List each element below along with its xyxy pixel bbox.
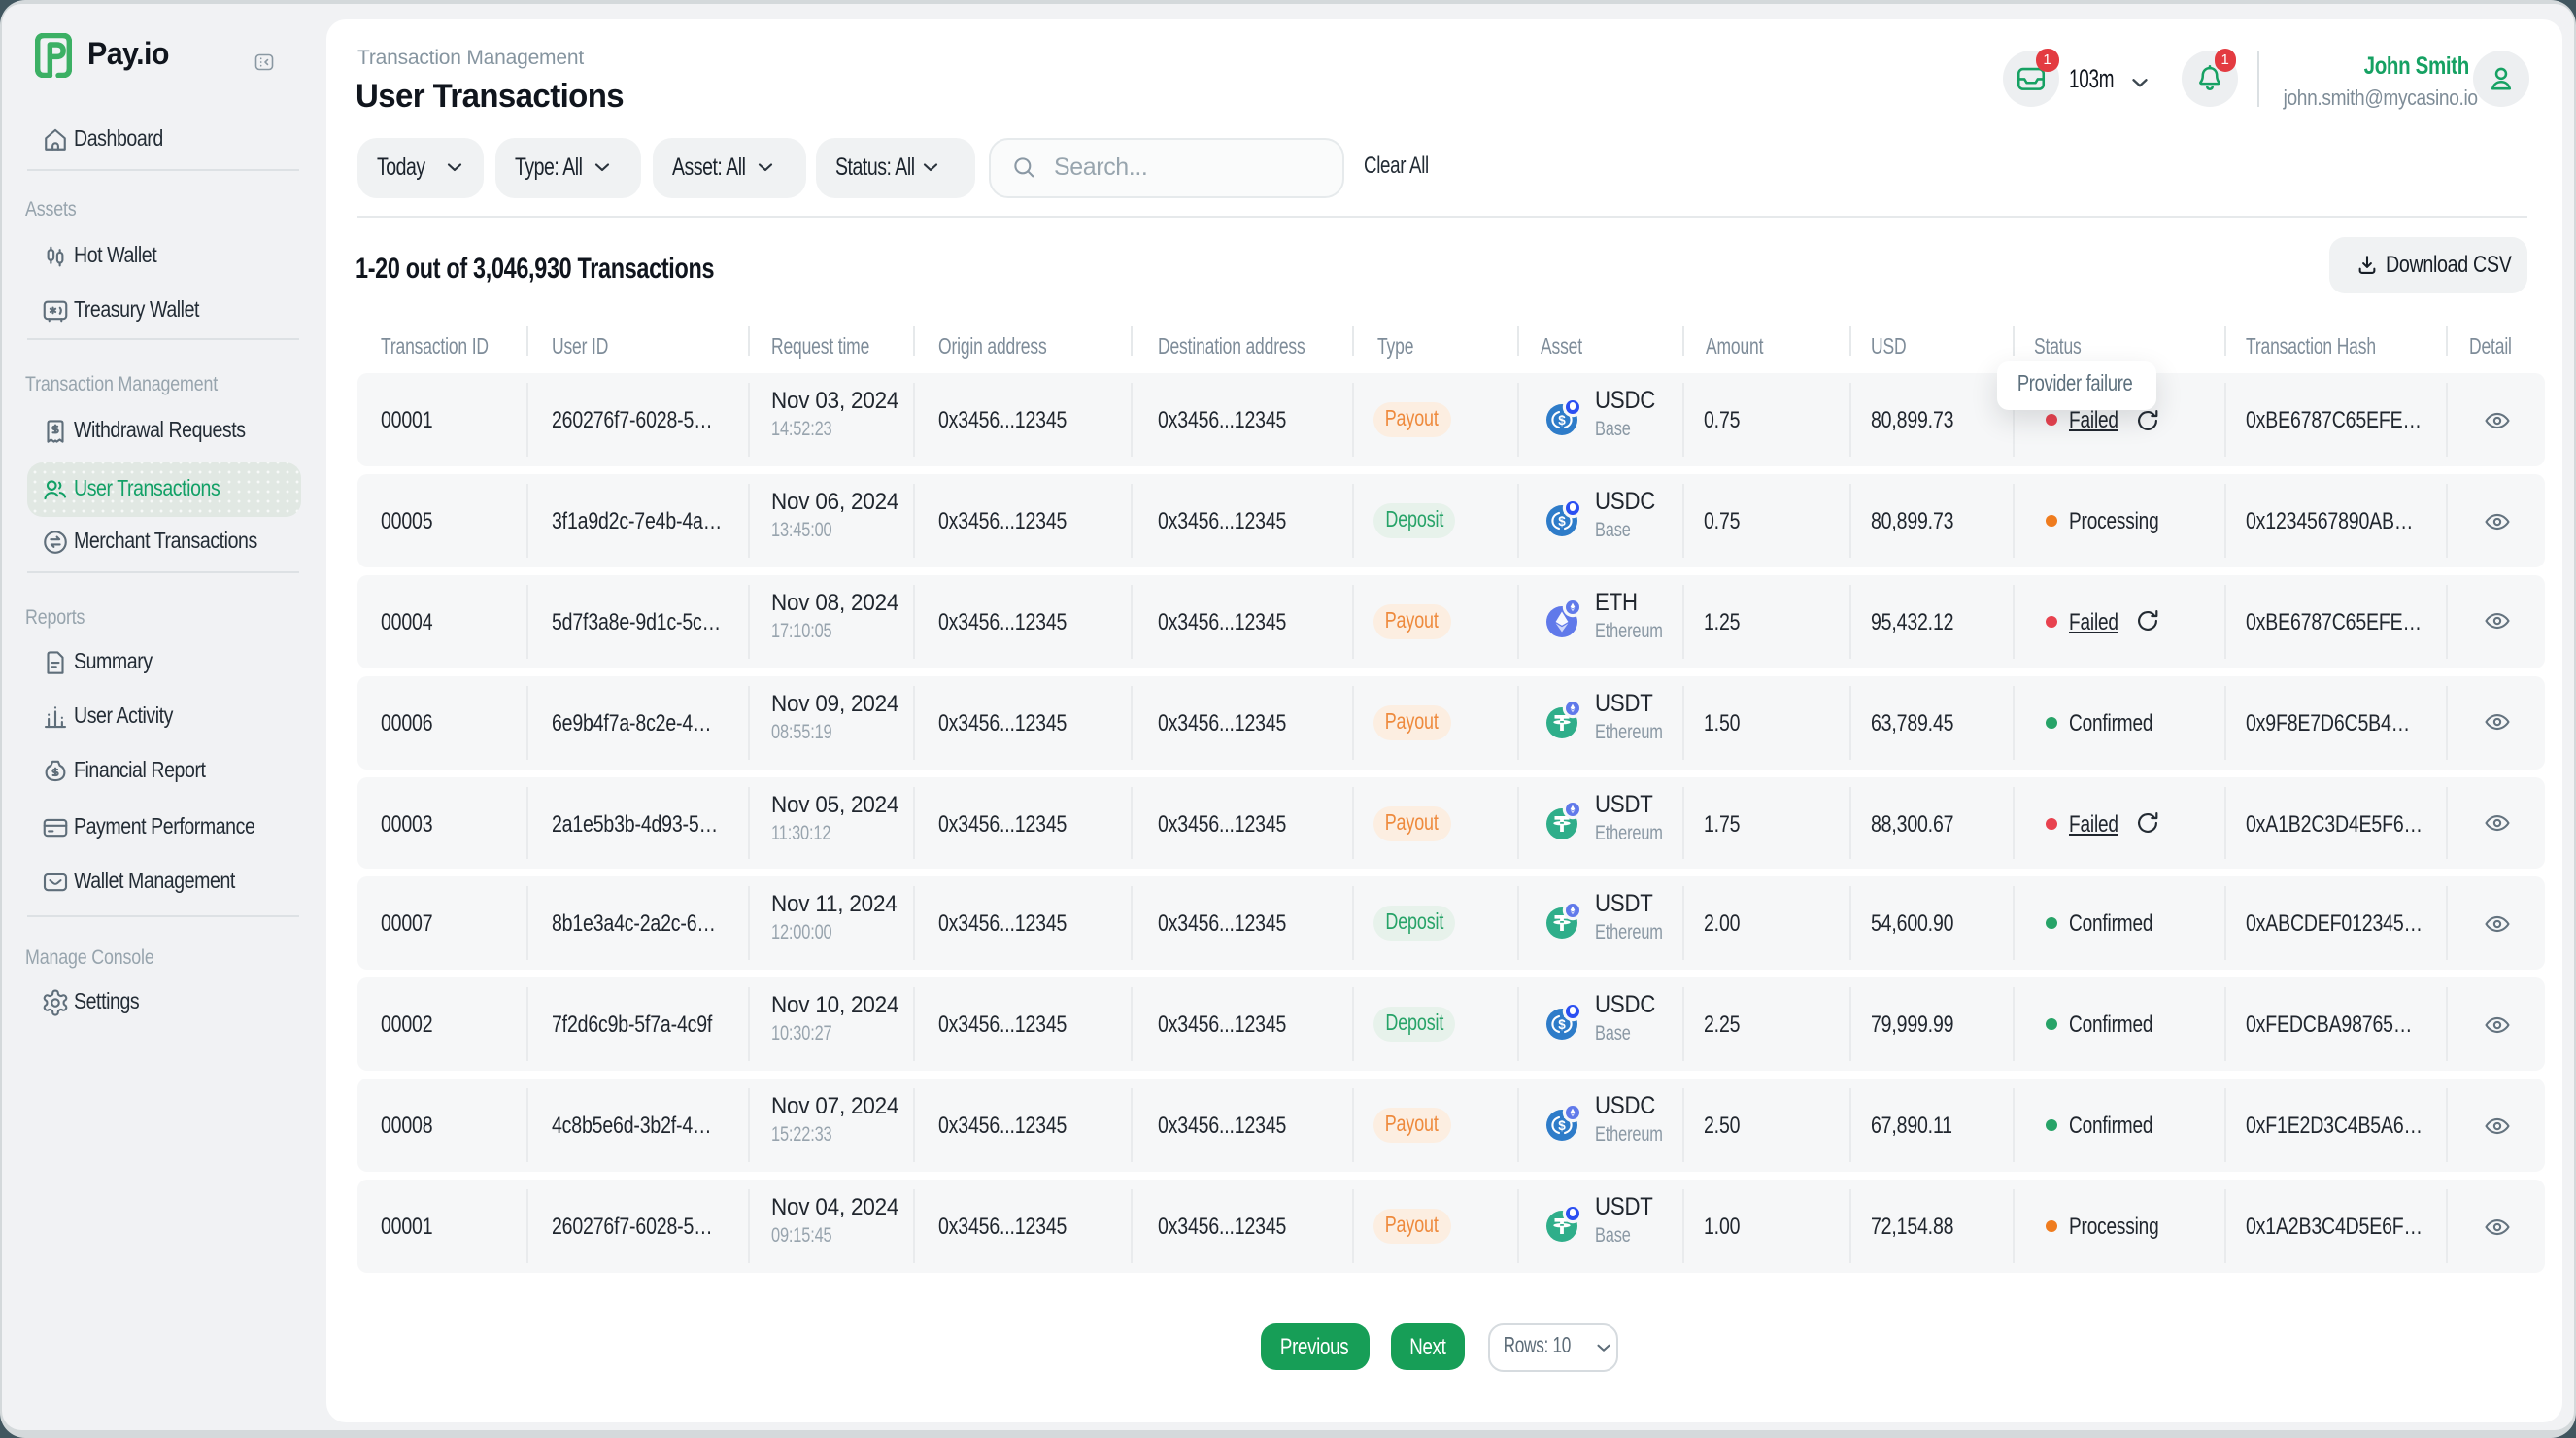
svg-text:$: $ [1557, 413, 1565, 428]
svg-text:$: $ [1557, 1017, 1565, 1032]
svg-text:$: $ [1557, 514, 1565, 529]
svg-text:$: $ [1557, 1118, 1565, 1133]
